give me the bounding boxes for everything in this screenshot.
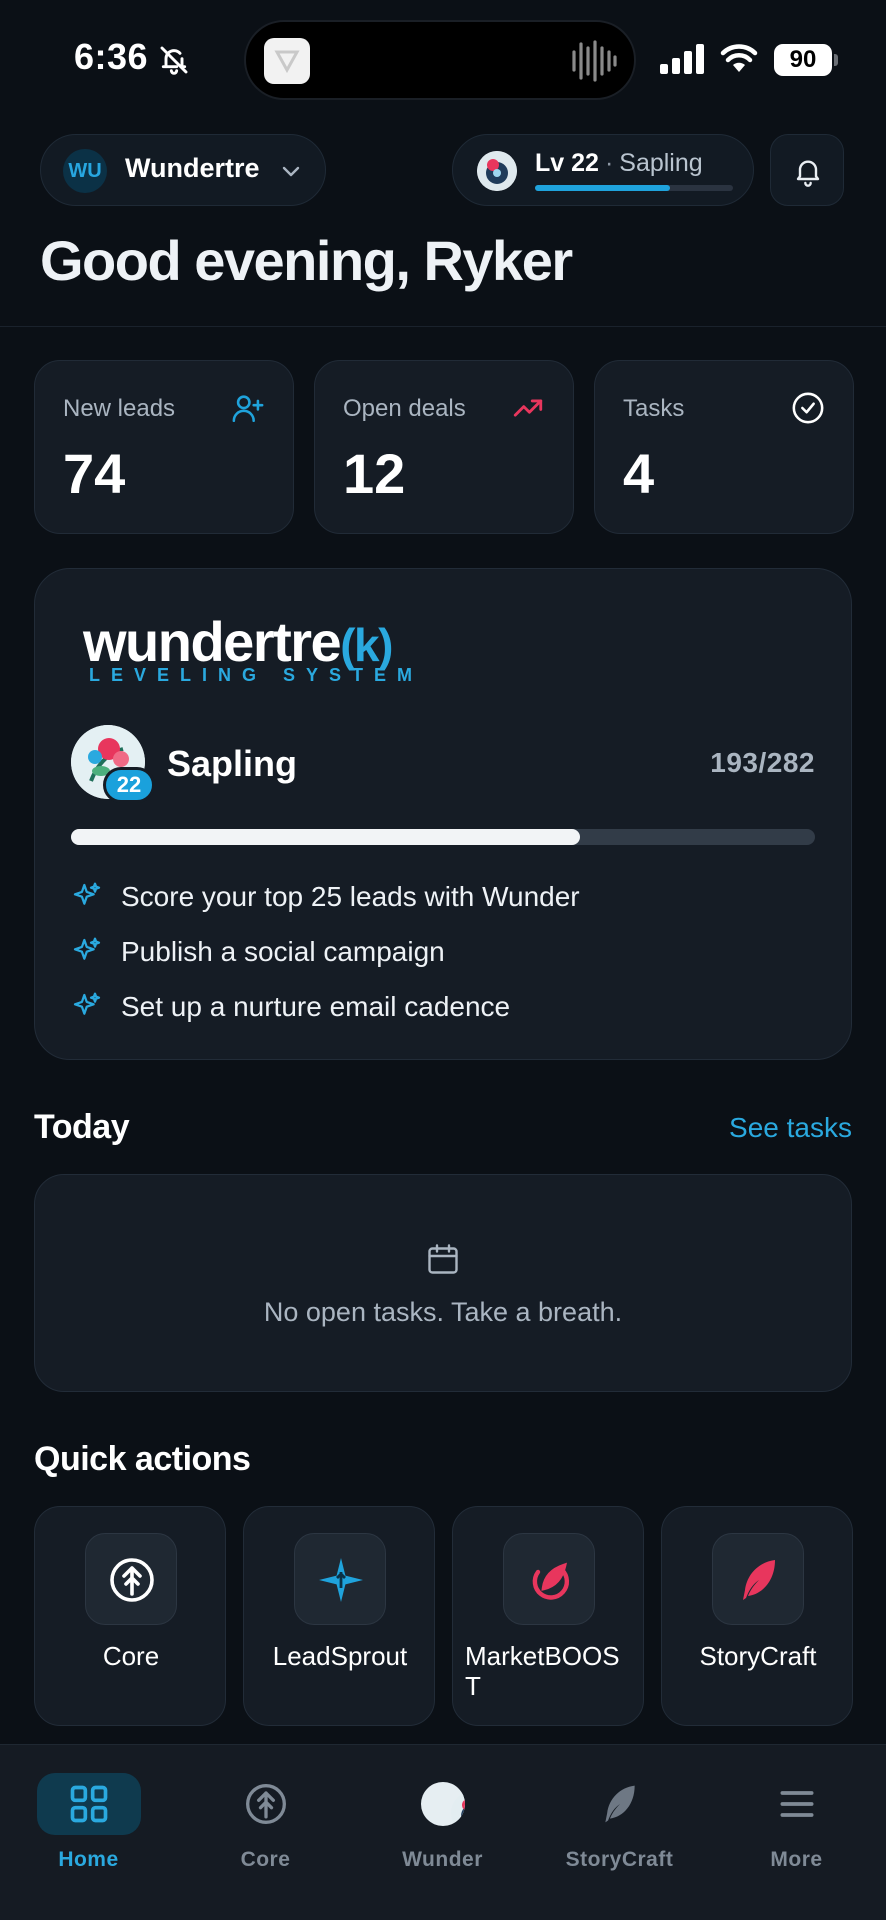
see-tasks-link[interactable]: See tasks xyxy=(729,1112,852,1144)
stat-value: 12 xyxy=(343,442,406,505)
workspace-name: Wundertre xyxy=(125,153,260,183)
quick-action-label: LeadSprout xyxy=(272,1641,408,1671)
nav-label: Wunder xyxy=(402,1848,483,1871)
greeting-title: Good evening, Ryker xyxy=(40,229,573,292)
stat-card-tasks[interactable]: Tasks 4 xyxy=(594,360,854,534)
quest-text: Score your top 25 leads with Wunder xyxy=(121,881,580,912)
quick-action-leadsprout[interactable]: LeadSprout xyxy=(243,1506,435,1726)
sparkle-icon xyxy=(73,992,101,1015)
bell-icon xyxy=(796,160,820,187)
sparkle-star-icon xyxy=(319,1558,363,1602)
quick-actions-heading: Quick actions xyxy=(34,1440,251,1478)
nav-more[interactable]: More xyxy=(708,1745,885,1871)
level-avatar xyxy=(477,151,517,191)
audio-wave-icon xyxy=(572,40,617,82)
xp-progress-fill xyxy=(71,829,581,845)
bell-off-icon xyxy=(160,46,188,75)
sparkle-icon xyxy=(73,937,101,960)
app-icon xyxy=(264,38,310,84)
leaf-swirl-icon xyxy=(532,1562,570,1600)
menu-icon xyxy=(780,1791,813,1817)
quick-action-label: MarketBOOST xyxy=(465,1641,620,1701)
nav-home[interactable]: Home xyxy=(0,1745,177,1871)
sparkle-icon xyxy=(73,882,101,905)
stat-card-new-leads[interactable]: New leads 74 xyxy=(34,360,294,534)
notifications-button[interactable] xyxy=(770,134,844,206)
trending-up-icon xyxy=(513,399,543,417)
xp-progress-track xyxy=(71,829,815,845)
stat-value: 74 xyxy=(63,442,126,505)
wifi-icon xyxy=(720,44,758,72)
tree-arrow-icon xyxy=(245,1784,286,1824)
quest-text: Set up a nurture email cadence xyxy=(121,991,511,1022)
bottom-navigation: Home Core Wunder StoryCraft More xyxy=(0,1744,886,1920)
level-separator: · xyxy=(604,149,614,177)
quest-text: Publish a social campaign xyxy=(121,936,445,967)
battery-indicator: 90 xyxy=(774,44,838,76)
level-progress-fill xyxy=(535,185,670,191)
logo-k: (k) xyxy=(340,619,393,671)
stat-label: New leads xyxy=(63,395,176,422)
stat-card-open-deals[interactable]: Open deals 12 xyxy=(314,360,574,534)
quick-action-marketboost[interactable]: MarketBOOST xyxy=(452,1506,644,1726)
check-circle-icon xyxy=(792,392,824,424)
tree-arrow-icon xyxy=(110,1558,154,1602)
chevron-down-icon xyxy=(282,166,300,177)
level-progress-track xyxy=(535,185,733,191)
add-user-icon xyxy=(232,395,264,423)
header-divider xyxy=(0,326,886,327)
xp-counter: 193/282 xyxy=(710,747,815,778)
nav-label: StoryCraft xyxy=(565,1848,674,1871)
calendar-icon xyxy=(428,1244,458,1274)
rank-name: Sapling xyxy=(167,743,298,784)
status-time: 6:36 xyxy=(74,36,149,77)
signal-icon xyxy=(660,44,704,74)
feather-icon xyxy=(743,1560,775,1600)
quick-action-label: StoryCraft xyxy=(699,1641,817,1671)
wunder-avatar-icon xyxy=(420,1782,465,1826)
grid-icon xyxy=(70,1785,107,1823)
battery-level: 90 xyxy=(774,44,832,76)
leveling-card[interactable]: wundertre(k) LEVELING SYSTEM 22 Sapling … xyxy=(34,568,852,1060)
stat-label: Tasks xyxy=(623,395,685,422)
workspace-avatar: WU xyxy=(63,149,107,193)
quick-action-label: Core xyxy=(102,1641,160,1671)
workspace-switcher[interactable]: WU Wundertre xyxy=(40,134,326,206)
nav-label: Core xyxy=(240,1848,291,1871)
stat-label: Open deals xyxy=(343,395,466,422)
empty-tasks-message: No open tasks. Take a breath. xyxy=(263,1297,623,1327)
level-number: Lv 22 xyxy=(535,149,599,177)
quick-action-core[interactable]: Core xyxy=(34,1506,226,1726)
nav-storycraft[interactable]: StoryCraft xyxy=(531,1745,708,1871)
nav-label: Home xyxy=(58,1848,119,1871)
feather-icon xyxy=(604,1785,635,1823)
today-tasks-card: No open tasks. Take a breath. xyxy=(34,1174,852,1392)
nav-label: More xyxy=(770,1848,823,1871)
quick-action-storycraft[interactable]: StoryCraft xyxy=(661,1506,853,1726)
nav-wunder[interactable]: Wunder xyxy=(354,1745,531,1871)
nav-core[interactable]: Core xyxy=(177,1745,354,1871)
level-rank: Sapling xyxy=(619,149,703,177)
logo-subtitle: LEVELING SYSTEM xyxy=(89,665,424,685)
rank-level-badge: 22 xyxy=(103,767,155,803)
level-pill[interactable]: Lv 22 · Sapling xyxy=(452,134,754,206)
logo-text: wundertre xyxy=(83,610,342,673)
today-heading: Today xyxy=(34,1108,130,1146)
stat-value: 4 xyxy=(623,442,655,505)
